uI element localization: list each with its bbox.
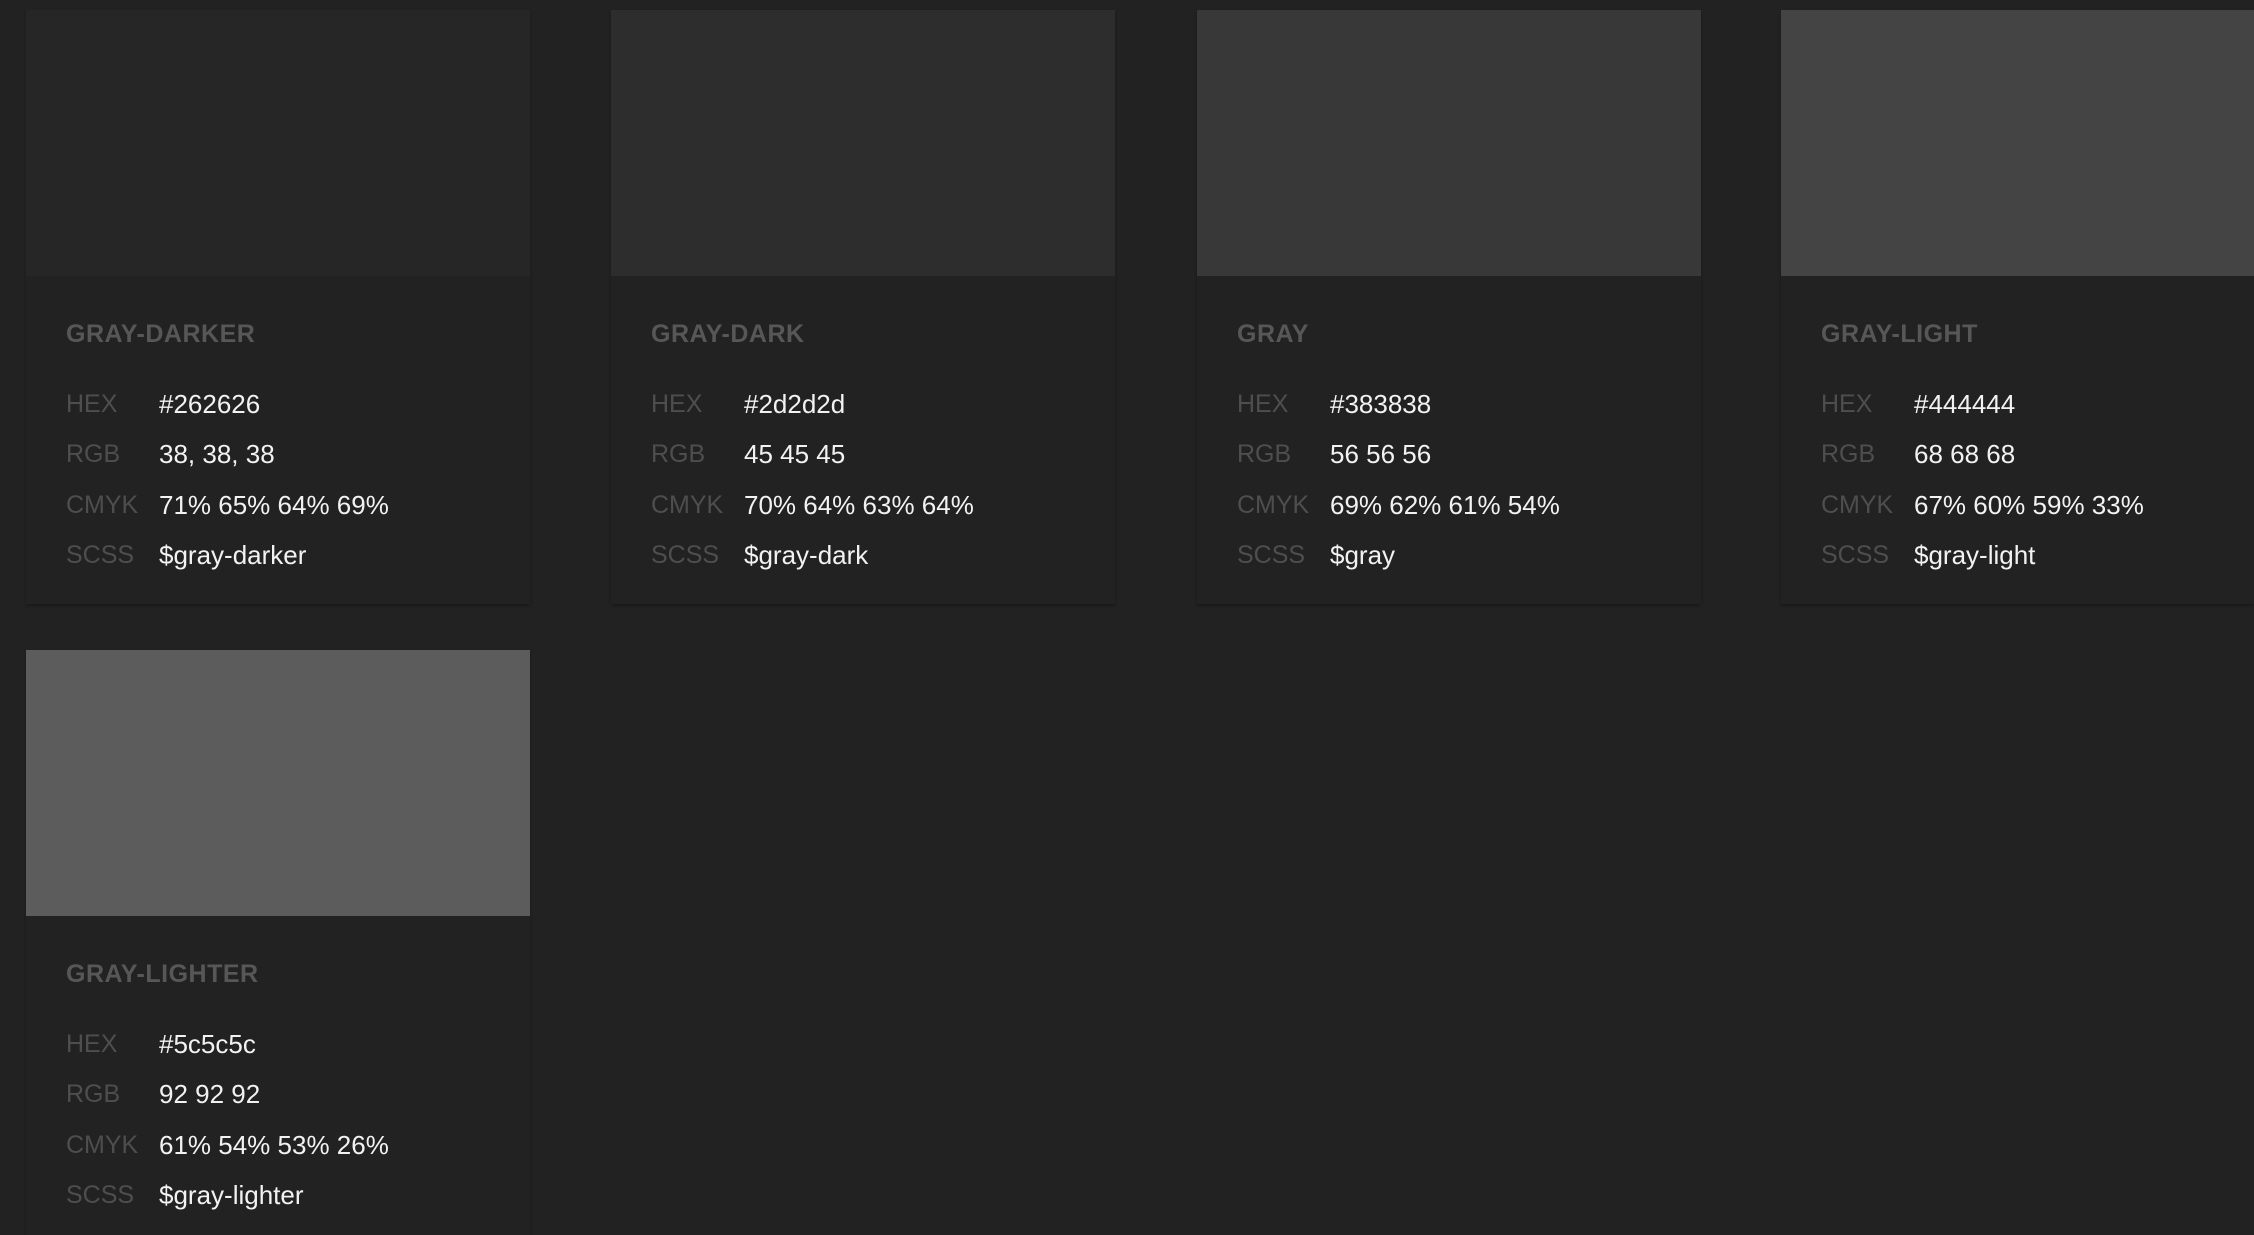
- color-card-gray-light: GRAY-LIGHT HEX #444444 RGB 68 68 68 CMYK…: [1781, 10, 2254, 604]
- scss-value[interactable]: $gray-darker: [159, 540, 306, 571]
- hex-row: HEX #5c5c5c: [66, 1019, 506, 1070]
- color-name: GRAY-LIGHTER: [66, 960, 259, 988]
- rgb-label: RGB: [1237, 440, 1292, 469]
- rgb-value[interactable]: 38, 38, 38: [159, 439, 275, 470]
- hex-row: HEX #262626: [66, 379, 506, 430]
- hex-row: HEX #2d2d2d: [651, 379, 1091, 430]
- scss-row: SCSS $gray: [1237, 531, 1677, 582]
- cmyk-label: CMYK: [1237, 490, 1310, 519]
- cmyk-label: CMYK: [1821, 490, 1894, 519]
- color-card-gray-darker: GRAY-DARKER HEX #262626 RGB 38, 38, 38 C…: [26, 10, 530, 604]
- cmyk-value[interactable]: 67% 60% 59% 33%: [1914, 490, 2144, 521]
- hex-label: HEX: [1821, 389, 1873, 418]
- scss-label: SCSS: [1821, 541, 1890, 570]
- scss-label: SCSS: [651, 541, 720, 570]
- scss-label: SCSS: [66, 541, 135, 570]
- hex-label: HEX: [66, 389, 118, 418]
- hex-label: HEX: [651, 389, 703, 418]
- scss-value[interactable]: $gray-light: [1914, 540, 2035, 571]
- color-info: GRAY-LIGHT HEX #444444 RGB 68 68 68 CMYK…: [1821, 319, 2254, 581]
- scss-label: SCSS: [66, 1181, 135, 1210]
- rgb-value[interactable]: 68 68 68: [1914, 439, 2015, 470]
- rgb-label: RGB: [651, 440, 706, 469]
- rgb-label: RGB: [66, 440, 121, 469]
- cmyk-row: CMYK 71% 65% 64% 69%: [66, 480, 506, 531]
- color-name: GRAY-DARK: [651, 320, 805, 348]
- rgb-label: RGB: [66, 1080, 121, 1109]
- color-card-gray-dark: GRAY-DARK HEX #2d2d2d RGB 45 45 45 CMYK …: [611, 10, 1115, 604]
- cmyk-row: CMYK 69% 62% 61% 54%: [1237, 480, 1677, 531]
- hex-value[interactable]: #5c5c5c: [159, 1029, 256, 1060]
- color-info: GRAY-LIGHTER HEX #5c5c5c RGB 92 92 92 CM…: [66, 959, 506, 1221]
- color-palette: GRAY-DARKER HEX #262626 RGB 38, 38, 38 C…: [0, 0, 2254, 1235]
- cmyk-label: CMYK: [66, 490, 139, 519]
- cmyk-row: CMYK 67% 60% 59% 33%: [1821, 480, 2254, 531]
- color-swatch: [26, 10, 530, 276]
- hex-label: HEX: [1237, 389, 1289, 418]
- hex-value[interactable]: #444444: [1914, 389, 2015, 420]
- color-card-gray: GRAY HEX #383838 RGB 56 56 56 CMYK 69% 6…: [1197, 10, 1701, 604]
- color-name: GRAY-LIGHT: [1821, 320, 1978, 348]
- scss-value[interactable]: $gray: [1330, 540, 1395, 571]
- cmyk-row: CMYK 70% 64% 63% 64%: [651, 480, 1091, 531]
- cmyk-label: CMYK: [651, 490, 724, 519]
- color-swatch: [26, 650, 530, 916]
- color-info: GRAY HEX #383838 RGB 56 56 56 CMYK 69% 6…: [1237, 319, 1677, 581]
- hex-row: HEX #383838: [1237, 379, 1677, 430]
- hex-label: HEX: [66, 1029, 118, 1058]
- color-card-gray-lighter: GRAY-LIGHTER HEX #5c5c5c RGB 92 92 92 CM…: [26, 650, 530, 1235]
- color-name: GRAY: [1237, 320, 1309, 348]
- hex-value[interactable]: #383838: [1330, 389, 1431, 420]
- cmyk-value[interactable]: 69% 62% 61% 54%: [1330, 490, 1560, 521]
- color-info: GRAY-DARKER HEX #262626 RGB 38, 38, 38 C…: [66, 319, 506, 581]
- rgb-value[interactable]: 45 45 45: [744, 439, 845, 470]
- scss-value[interactable]: $gray-dark: [744, 540, 868, 571]
- scss-row: SCSS $gray-dark: [651, 531, 1091, 582]
- cmyk-value[interactable]: 70% 64% 63% 64%: [744, 490, 974, 521]
- color-swatch: [1197, 10, 1701, 276]
- cmyk-row: CMYK 61% 54% 53% 26%: [66, 1120, 506, 1171]
- rgb-row: RGB 68 68 68: [1821, 430, 2254, 481]
- rgb-value[interactable]: 92 92 92: [159, 1079, 260, 1110]
- rgb-row: RGB 92 92 92: [66, 1070, 506, 1121]
- cmyk-value[interactable]: 71% 65% 64% 69%: [159, 490, 389, 521]
- scss-row: SCSS $gray-lighter: [66, 1171, 506, 1222]
- hex-value[interactable]: #262626: [159, 389, 260, 420]
- color-swatch: [1781, 10, 2254, 276]
- scss-label: SCSS: [1237, 541, 1306, 570]
- scss-row: SCSS $gray-light: [1821, 531, 2254, 582]
- rgb-row: RGB 38, 38, 38: [66, 430, 506, 481]
- scss-value[interactable]: $gray-lighter: [159, 1180, 304, 1211]
- rgb-label: RGB: [1821, 440, 1876, 469]
- hex-value[interactable]: #2d2d2d: [744, 389, 845, 420]
- cmyk-value[interactable]: 61% 54% 53% 26%: [159, 1130, 389, 1161]
- hex-row: HEX #444444: [1821, 379, 2254, 430]
- rgb-row: RGB 45 45 45: [651, 430, 1091, 481]
- color-swatch: [611, 10, 1115, 276]
- cmyk-label: CMYK: [66, 1130, 139, 1159]
- scss-row: SCSS $gray-darker: [66, 531, 506, 582]
- color-info: GRAY-DARK HEX #2d2d2d RGB 45 45 45 CMYK …: [651, 319, 1091, 581]
- color-name: GRAY-DARKER: [66, 320, 256, 348]
- rgb-row: RGB 56 56 56: [1237, 430, 1677, 481]
- rgb-value[interactable]: 56 56 56: [1330, 439, 1431, 470]
